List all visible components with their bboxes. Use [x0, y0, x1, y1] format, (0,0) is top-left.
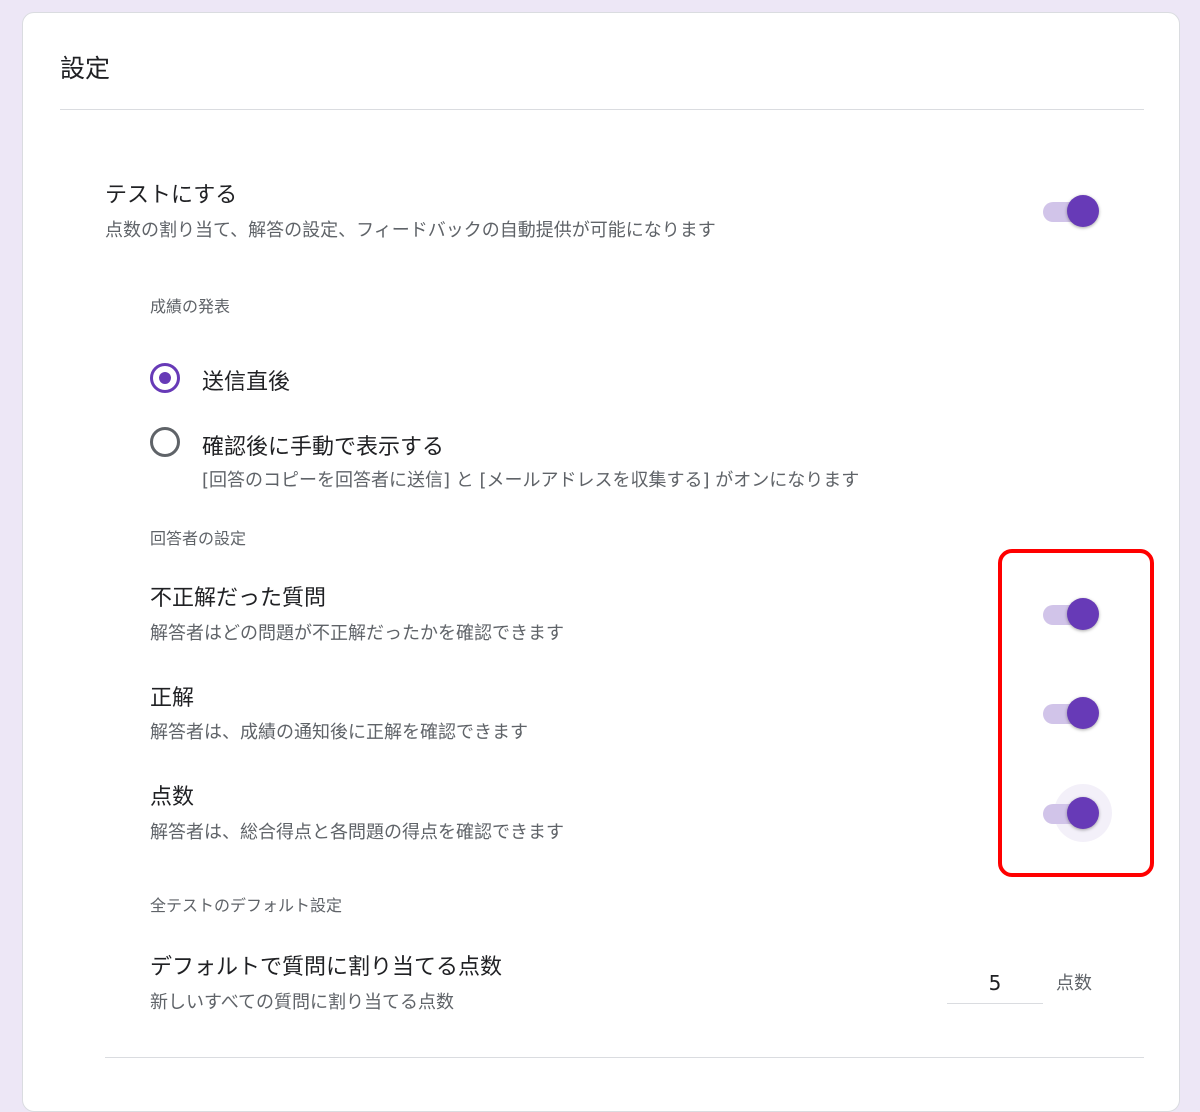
radio-manual-review-label[interactable]: 確認後に手動で表示する [202, 429, 444, 461]
default-points-title: デフォルトで質問に割り当てる点数 [150, 955, 503, 980]
point-values-title: 点数 [150, 785, 195, 810]
radio-dot [159, 372, 171, 384]
page-title: 設定 [60, 54, 111, 83]
quiz-defaults-label: 全テストのデフォルト設定 [150, 896, 343, 915]
settings-card: 設定 テストにする 点数の割り当て、解答の設定、フィードバックの自動提供が可能に… [22, 12, 1180, 1112]
default-points-input[interactable]: 5 [947, 967, 1043, 1004]
correct-answers-title: 正解 [150, 686, 195, 711]
points-unit-label: 点数 [1056, 973, 1092, 994]
radio-manual-review-description: [回答のコピーを回答者に送信] と [メールアドレスを収集する] がオンになりま… [202, 470, 860, 491]
radio-immediately-label[interactable]: 送信直後 [202, 364, 290, 396]
grade-release-label: 成績の発表 [150, 297, 231, 316]
quiz-toggle-title: テストにする [105, 183, 238, 208]
quiz-toggle-switch[interactable] [1042, 189, 1102, 233]
correct-answers-description: 解答者は、成績の通知後に正解を確認できます [150, 722, 528, 743]
missed-questions-description: 解答者はどの問題が不正解だったかを確認できます [150, 623, 564, 644]
toggle-thumb [1067, 195, 1099, 227]
default-points-value[interactable]: 5 [947, 971, 1043, 995]
respondent-settings-label: 回答者の設定 [150, 529, 247, 548]
red-highlight-box [998, 549, 1154, 877]
radio-immediately[interactable] [150, 363, 180, 393]
radio-manual-review[interactable] [150, 427, 180, 457]
default-points-description: 新しいすべての質問に割り当てる点数 [150, 992, 455, 1013]
bottom-divider [105, 1057, 1144, 1058]
header-divider [60, 109, 1144, 110]
quiz-toggle-description: 点数の割り当て、解答の設定、フィードバックの自動提供が可能になります [105, 220, 716, 241]
point-values-description: 解答者は、総合得点と各問題の得点を確認できます [150, 822, 564, 843]
missed-questions-title: 不正解だった質問 [150, 586, 327, 611]
